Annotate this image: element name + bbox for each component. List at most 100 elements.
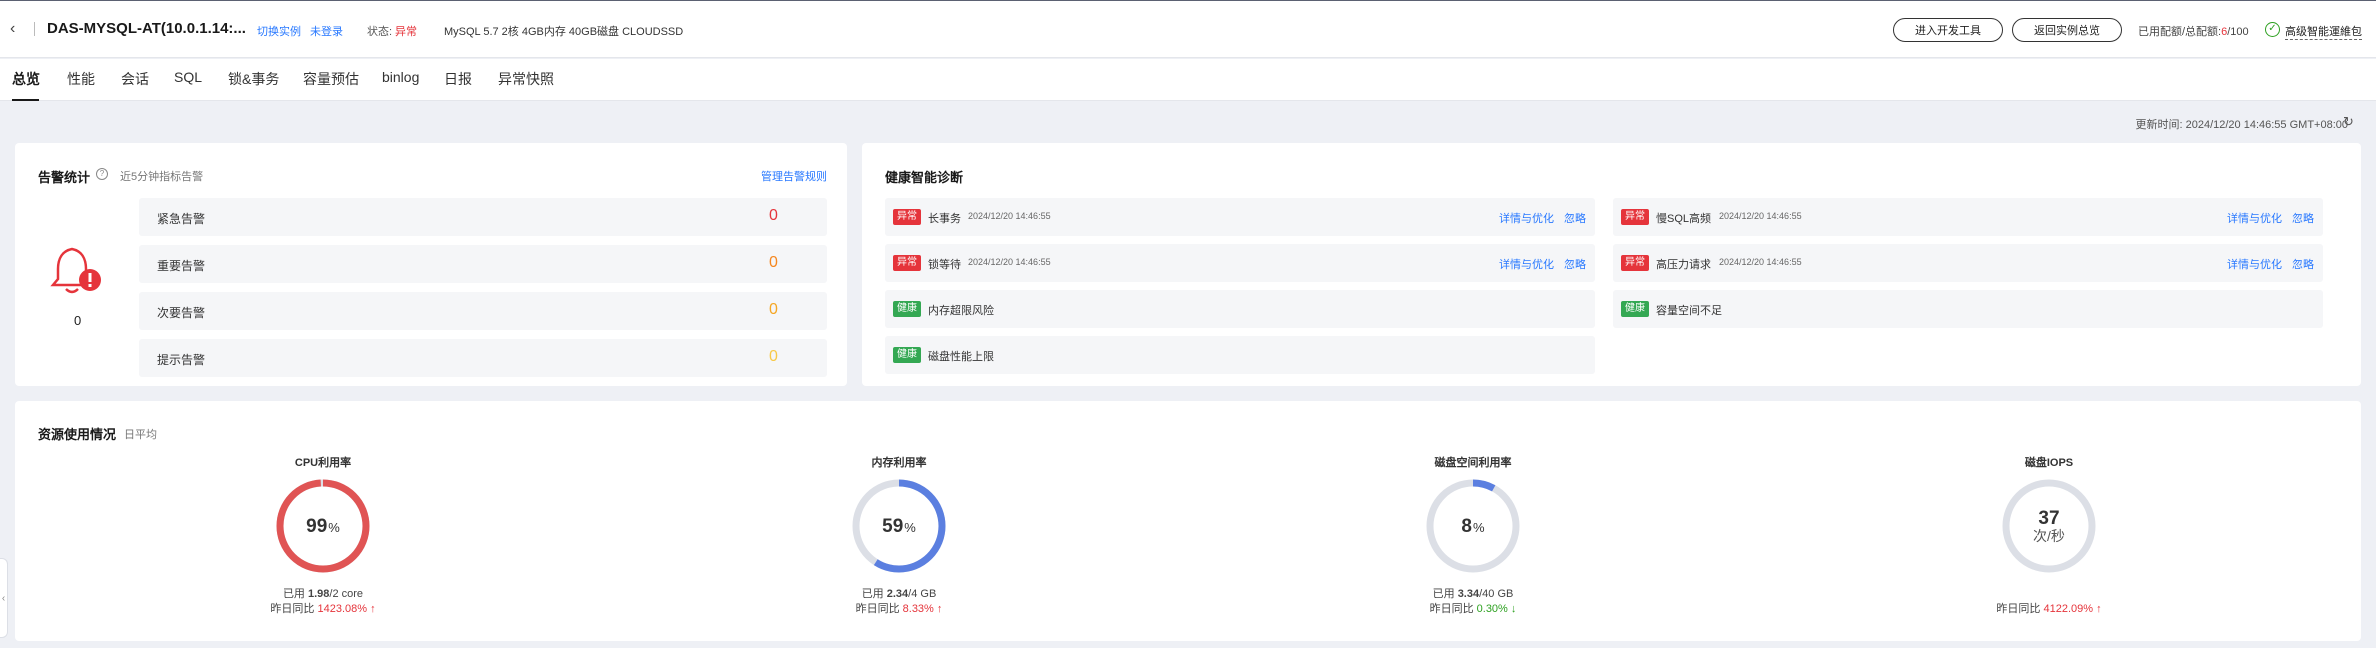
tab-overview[interactable]: 总览 xyxy=(12,69,40,89)
used-value: 2.34 xyxy=(886,588,909,600)
instance-spec: MySQL 5.7 2核 4GB内存 40GB磁盘 CLOUDSSD xyxy=(444,26,684,38)
alert-row-label: 提示告警 xyxy=(157,353,206,367)
used-value: 3.34 xyxy=(1457,588,1480,600)
detail-optimize-link[interactable]: 详情与优化 xyxy=(2227,256,2282,272)
gauge-ring: 8% xyxy=(1426,479,1520,573)
status-badge: 异常 xyxy=(893,209,921,225)
used-suffix: /40 GB xyxy=(1479,588,1514,600)
tab-performance[interactable]: 性能 xyxy=(67,69,95,89)
gauge-cpu: CPU利用率 99% 已用 1.98/2 core 昨日同比 1423.08% … xyxy=(208,454,438,615)
gauge-used: 已用 1.98/2 core xyxy=(208,585,438,600)
instance-name: DAS-MYSQL-AT(10.0.1.14:... xyxy=(47,20,246,37)
refresh-icon[interactable]: ↻ xyxy=(2343,114,2354,130)
trend-down-icon: ↓ xyxy=(1510,603,1517,615)
status-badge: 异常 xyxy=(1621,255,1649,271)
gauge-compare: 昨日同比 0.30% ↓ xyxy=(1358,600,1588,615)
diagnosis-item-high-pressure: 异常 高压力请求 2024/12/20 14:46:55 详情与优化 忽略 xyxy=(1613,244,2323,282)
alert-row-label: 紧急告警 xyxy=(157,212,206,226)
quota-label: 已用配额/总配额: xyxy=(2138,26,2222,38)
diagnosis-item-time: 2024/12/20 14:46:55 xyxy=(968,257,1051,267)
gauge-title: CPU利用率 xyxy=(294,457,352,469)
resource-card-title: 资源使用情况 xyxy=(38,427,117,442)
collapse-handle[interactable]: ‹ xyxy=(0,558,8,638)
status-badge: 健康 xyxy=(893,301,921,317)
compare-label: 昨日同比 xyxy=(1429,603,1477,615)
diagnosis-item-disk-performance: 健康 磁盘性能上限 xyxy=(885,336,1595,374)
used-suffix: /4 GB xyxy=(908,588,937,600)
tab-capacity-forecast[interactable]: 容量预估 xyxy=(303,69,359,89)
back-to-list-button[interactable]: 返回实例总览 xyxy=(2012,18,2122,42)
main-tabs: 总览 性能 会话 SQL 锁&事务 容量预估 binlog 日报 异常快照 xyxy=(0,59,2376,101)
gauge-unit: 次/秒 xyxy=(2033,528,2065,544)
back-arrow-icon[interactable]: ‹ xyxy=(10,21,26,37)
ignore-link[interactable]: 忽略 xyxy=(1564,210,1586,226)
dev-tools-button[interactable]: 进入开发工具 xyxy=(1893,18,2003,42)
svg-text:8%: 8% xyxy=(1461,516,1485,537)
diagnosis-item-capacity: 健康 容量空间不足 xyxy=(1613,290,2323,328)
ignore-link[interactable]: 忽略 xyxy=(2292,256,2314,272)
tab-binlog[interactable]: binlog xyxy=(382,69,419,85)
alert-row-value: 0 xyxy=(769,301,778,318)
alert-row-minor: 次要告警 0 xyxy=(139,292,827,330)
chevron-left-icon: ‹ xyxy=(1,593,6,604)
diagnosis-item-name: 容量空间不足 xyxy=(1656,305,1722,317)
gauge-title: 磁盘IOPS xyxy=(2024,457,2074,469)
gauge-value: 37 xyxy=(2038,508,2059,529)
gauge-unit: % xyxy=(904,520,916,535)
gauge-ring: 99% xyxy=(276,479,370,573)
alert-row-value: 0 xyxy=(769,207,778,224)
trend-up-icon: ↑ xyxy=(2096,603,2102,615)
manage-alert-rules-link[interactable]: 管理告警规则 xyxy=(761,168,827,184)
diagnosis-item-name: 慢SQL高频 xyxy=(1656,213,1712,225)
gauge-compare: 昨日同比 8.33% ↑ xyxy=(784,600,1014,615)
active-tab-indicator xyxy=(12,99,39,101)
gauge-compare: 昨日同比 4122.09% ↑ xyxy=(1934,600,2164,615)
gauge-value: 99 xyxy=(306,516,327,537)
detail-optimize-link[interactable]: 详情与优化 xyxy=(1499,210,1554,226)
switch-instance-link[interactable]: 切换实例 xyxy=(257,23,301,39)
divider xyxy=(34,22,35,36)
gauge-unit: % xyxy=(1473,520,1485,535)
compare-value: 0.30% xyxy=(1476,603,1508,615)
status-badge: 异常 xyxy=(893,255,921,271)
detail-optimize-link[interactable]: 详情与优化 xyxy=(1499,256,1554,272)
gauge-memory: 内存利用率 59% 已用 2.34/4 GB 昨日同比 8.33% ↑ xyxy=(784,454,1014,615)
ignore-link[interactable]: 忽略 xyxy=(1564,256,1586,272)
diagnosis-item-time: 2024/12/20 14:46:55 xyxy=(1719,257,1802,267)
alert-row-major: 重要告警 0 xyxy=(139,245,827,283)
gauge-used: 已用 2.34/4 GB xyxy=(784,585,1014,600)
used-prefix: 已用 xyxy=(282,588,308,600)
tab-locks-transactions[interactable]: 锁&事务 xyxy=(228,69,279,89)
status-badge: 健康 xyxy=(1621,301,1649,317)
instance-header: ‹ DAS-MYSQL-AT(10.0.1.14:... 切换实例 未登录 状态… xyxy=(0,0,2376,58)
svg-text:59%: 59% xyxy=(882,516,916,537)
diagnosis-item-name: 磁盘性能上限 xyxy=(928,351,994,363)
used-value: 1.98 xyxy=(308,588,330,600)
alert-row-info: 提示告警 0 xyxy=(139,339,827,377)
alert-row-value: 0 xyxy=(769,348,778,365)
gauge-value: 8 xyxy=(1461,516,1472,537)
tab-daily-report[interactable]: 日报 xyxy=(444,69,472,89)
status-badge: 健康 xyxy=(893,347,921,363)
help-icon[interactable]: ? xyxy=(96,168,108,180)
quota-total: /100 xyxy=(2227,26,2249,38)
gauge-ring: 37 次/秒 xyxy=(2002,479,2096,573)
check-circle-icon: ✓ xyxy=(2265,22,2280,37)
diagnosis-item-name: 锁等待 xyxy=(928,259,961,271)
gauge-title: 磁盘空间利用率 xyxy=(1434,457,1512,469)
tab-anomaly-snapshot[interactable]: 异常快照 xyxy=(498,69,554,89)
advanced-ops-link[interactable]: 高级智能運維包 xyxy=(2285,23,2362,40)
diagnosis-item-time: 2024/12/20 14:46:55 xyxy=(1719,211,1802,221)
trend-up-icon: ↑ xyxy=(936,603,943,615)
detail-optimize-link[interactable]: 详情与优化 xyxy=(2227,210,2282,226)
login-status-link[interactable]: 未登录 xyxy=(310,23,343,39)
tab-sessions[interactable]: 会话 xyxy=(121,69,149,89)
gauge-used-empty xyxy=(1934,585,2164,600)
alert-row-label: 重要告警 xyxy=(157,259,206,273)
alert-row-critical: 紧急告警 0 xyxy=(139,198,827,236)
ignore-link[interactable]: 忽略 xyxy=(2292,210,2314,226)
gauge-title: 内存利用率 xyxy=(871,457,927,469)
gauge-unit: % xyxy=(328,520,340,535)
tab-sql[interactable]: SQL xyxy=(174,69,202,85)
alert-row-value: 0 xyxy=(769,254,778,271)
